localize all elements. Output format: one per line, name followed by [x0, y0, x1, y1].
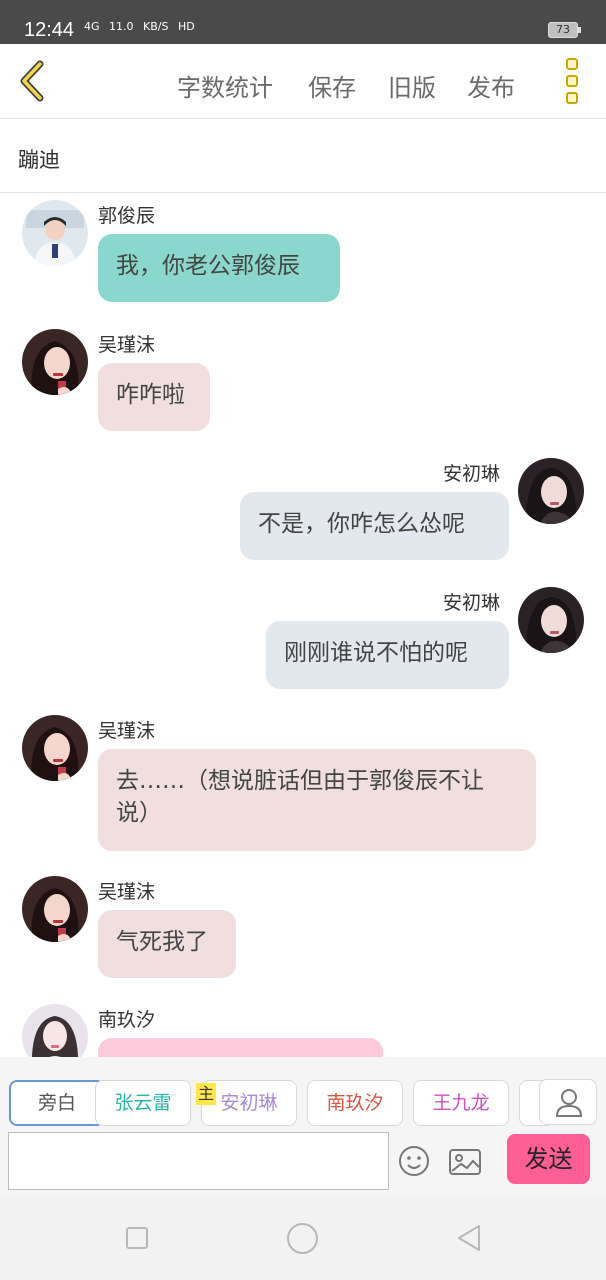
role-label: 旁白: [37, 1092, 76, 1114]
host-badge: 主: [196, 1083, 216, 1105]
sender-name: 安初琳: [443, 463, 501, 485]
story-title: 蹦迪: [18, 148, 60, 172]
woman-avatar-image: [518, 458, 584, 524]
sender-name: 吴瑾沫: [98, 720, 156, 742]
image-button[interactable]: [448, 1147, 482, 1177]
battery-icon: 73: [548, 22, 581, 38]
role-label: 南玖汐: [326, 1092, 384, 1114]
triangle-back-icon: [458, 1225, 480, 1251]
message-bubble[interactable]: 不是，你咋怎么怂呢: [240, 492, 509, 560]
speed-value: 11.0: [109, 20, 134, 33]
message-bubble[interactable]: 气死我了: [98, 910, 236, 978]
status-icons: 4G 11.0 KB/S HD: [84, 20, 201, 33]
emoji-icon: [399, 1146, 429, 1176]
save-button[interactable]: 保存: [308, 68, 356, 103]
more-dot: [566, 75, 578, 87]
home-button[interactable]: [287, 1223, 318, 1254]
sender-name: 安初琳: [443, 592, 501, 614]
more-menu-button[interactable]: [556, 56, 590, 106]
character-manage-button[interactable]: [539, 1079, 597, 1125]
girl-avatar[interactable]: [22, 876, 88, 942]
system-nav-bar: [0, 1197, 606, 1280]
boy-avatar[interactable]: [22, 200, 88, 266]
sender-name: 南玖汐: [98, 1009, 156, 1031]
more-dot: [566, 92, 578, 104]
girl-avatar[interactable]: [22, 715, 88, 781]
status-time: 12:44: [24, 19, 75, 41]
word-count-button[interactable]: 字数统计: [177, 68, 273, 103]
role-chip-narrator[interactable]: 旁白: [9, 1080, 105, 1126]
boy-avatar-image: [22, 200, 88, 266]
role-chip[interactable]: 南玖汐: [307, 1080, 403, 1126]
role-label: 安初琳: [220, 1092, 278, 1114]
role-label: 张云雷: [114, 1092, 172, 1114]
chevron-left-icon: [20, 60, 44, 102]
top-toolbar: 字数统计 保存 旧版 发布: [0, 44, 606, 119]
girl-avatar[interactable]: [22, 329, 88, 395]
girl-avatar-image: [22, 876, 88, 942]
message-bubble[interactable]: 刚刚谁说不怕的呢: [266, 621, 509, 689]
sender-name: 郭俊辰: [98, 205, 156, 227]
composer-panel: 旁白 张云雷 安初琳 主 南玖汐 王九龙 发送: [0, 1057, 606, 1197]
recent-apps-button[interactable]: [126, 1227, 148, 1249]
status-bar: 12:44 4G 11.0 KB/S HD 73: [0, 0, 606, 44]
role-chip[interactable]: 王九龙: [413, 1080, 509, 1126]
girl2-avatar-image: [22, 1004, 88, 1057]
sender-name: 吴瑾沫: [98, 334, 156, 356]
old-version-button[interactable]: 旧版: [388, 68, 436, 103]
hd-label: HD: [177, 20, 195, 33]
speed-unit: KB/S: [143, 20, 169, 33]
message-bubble[interactable]: 我，你老公郭俊辰: [98, 234, 340, 302]
woman-avatar[interactable]: [518, 458, 584, 524]
chat-list[interactable]: 郭俊辰 我，你老公郭俊辰 吴瑾沫 咋咋啦 安初琳 不是，你咋怎么怂呢 安初琳 刚…: [0, 193, 606, 1057]
send-button[interactable]: 发送: [507, 1134, 590, 1184]
girl-avatar-image: [22, 715, 88, 781]
message-bubble[interactable]: 咋咋啦: [98, 363, 210, 431]
role-label: 王九龙: [432, 1092, 490, 1114]
more-dots-icon: [566, 58, 578, 70]
girl2-avatar[interactable]: [22, 1004, 88, 1057]
message-bubble[interactable]: [98, 1038, 383, 1057]
sender-name: 吴瑾沫: [98, 881, 156, 903]
system-back-button[interactable]: [455, 1223, 483, 1253]
publish-button[interactable]: 发布: [467, 68, 515, 103]
emoji-button[interactable]: [398, 1145, 430, 1177]
back-button[interactable]: [14, 58, 54, 104]
person-icon: [555, 1089, 583, 1117]
message-input[interactable]: [8, 1132, 389, 1190]
story-title-bar[interactable]: 蹦迪: [0, 119, 606, 193]
message-bubble[interactable]: 去……（想说脏话但由于郭俊辰不让说）: [98, 749, 536, 851]
girl-avatar-image: [22, 329, 88, 395]
network-label: 4G: [84, 20, 100, 33]
role-chip[interactable]: 张云雷: [95, 1080, 191, 1126]
image-icon: [449, 1149, 481, 1175]
woman-avatar-image: [518, 587, 584, 653]
woman-avatar[interactable]: [518, 587, 584, 653]
